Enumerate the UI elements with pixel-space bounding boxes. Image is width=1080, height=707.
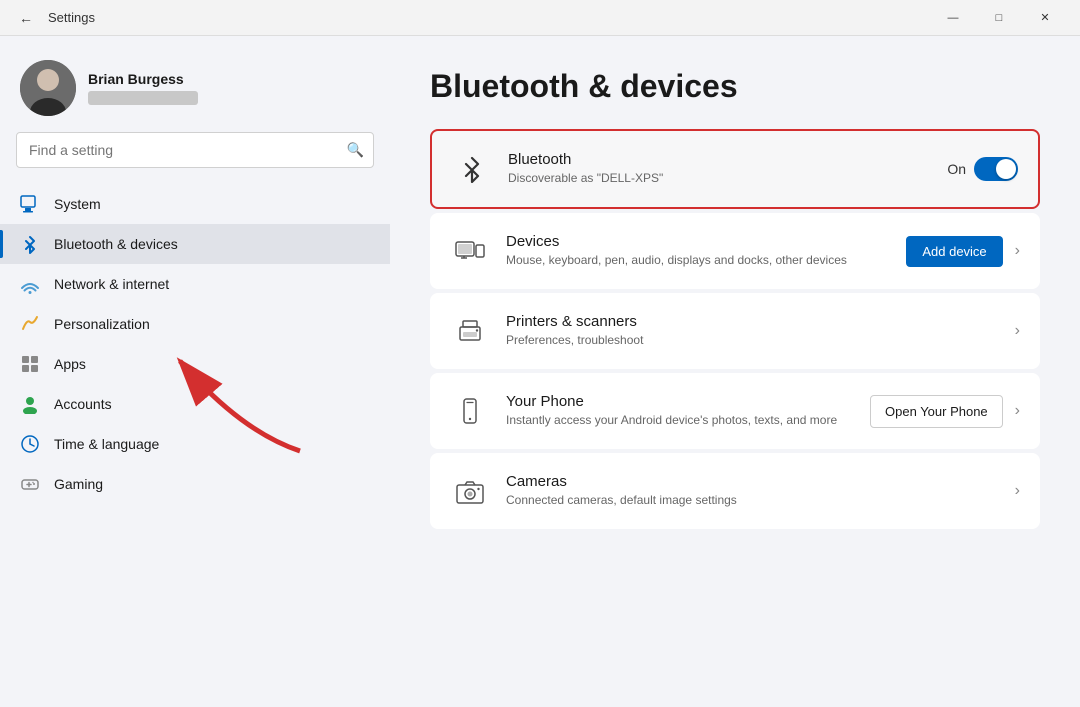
network-label: Network & internet	[54, 276, 169, 292]
system-icon	[20, 194, 40, 214]
sidebar-item-time[interactable]: Time & language	[0, 424, 390, 464]
apps-label: Apps	[54, 356, 86, 372]
sidebar-item-personalization[interactable]: Personalization	[0, 304, 390, 344]
phone-action: Open Your Phone ›	[870, 395, 1020, 428]
sidebar-item-bluetooth[interactable]: Bluetooth & devices	[0, 224, 390, 264]
back-button[interactable]: ←	[12, 4, 40, 32]
search-box: 🔍	[16, 132, 374, 168]
app-title: Settings	[48, 10, 95, 25]
printers-icon	[450, 311, 490, 351]
bluetooth-title: Bluetooth	[508, 151, 931, 168]
open-phone-button[interactable]: Open Your Phone	[870, 395, 1003, 428]
sidebar-item-system[interactable]: System	[0, 184, 390, 224]
add-device-button[interactable]: Add device	[906, 236, 1002, 267]
printers-title: Printers & scanners	[506, 313, 999, 330]
bluetooth-toggle-wrap: On	[947, 157, 1018, 181]
devices-chevron: ›	[1015, 242, 1020, 260]
maximize-button[interactable]: □	[976, 0, 1022, 36]
gaming-label: Gaming	[54, 476, 103, 492]
devices-text: Devices Mouse, keyboard, pen, audio, dis…	[506, 233, 890, 269]
content-area: Bluetooth & devices Bluetooth Discoverab…	[390, 36, 1080, 707]
phone-desc: Instantly access your Android device's p…	[506, 412, 854, 429]
printers-action: ›	[1015, 322, 1020, 340]
cameras-text: Cameras Connected cameras, default image…	[506, 473, 999, 509]
sidebar-item-accounts[interactable]: Accounts	[0, 384, 390, 424]
user-info: Brian Burgess	[88, 71, 198, 105]
minimize-button[interactable]: —	[930, 0, 976, 36]
bluetooth-label: Bluetooth & devices	[54, 236, 178, 252]
system-label: System	[54, 196, 101, 212]
close-button[interactable]: ✕	[1022, 0, 1068, 36]
accounts-icon	[20, 394, 40, 414]
cameras-icon	[450, 471, 490, 511]
cameras-chevron: ›	[1015, 482, 1020, 500]
main-wrapper: Brian Burgess 🔍 System	[0, 36, 1080, 707]
bluetooth-desc: Discoverable as "DELL-XPS"	[508, 170, 931, 187]
bluetooth-toggle-card[interactable]: Bluetooth Discoverable as "DELL-XPS" On	[430, 129, 1040, 209]
nav-list: System Bluetooth & devices	[0, 184, 390, 504]
page-title: Bluetooth & devices	[430, 68, 1040, 105]
printers-row[interactable]: Printers & scanners Preferences, trouble…	[430, 293, 1040, 369]
bluetooth-action: On	[947, 157, 1018, 181]
phone-row[interactable]: Your Phone Instantly access your Android…	[430, 373, 1040, 449]
devices-title: Devices	[506, 233, 890, 250]
printers-chevron: ›	[1015, 322, 1020, 340]
time-label: Time & language	[54, 436, 159, 452]
devices-row[interactable]: Devices Mouse, keyboard, pen, audio, dis…	[430, 213, 1040, 289]
phone-icon	[450, 391, 490, 431]
search-icon: 🔍	[347, 142, 364, 159]
printers-card: Printers & scanners Preferences, trouble…	[430, 293, 1040, 369]
search-input[interactable]	[16, 132, 374, 168]
bluetooth-text: Bluetooth Discoverable as "DELL-XPS"	[508, 151, 931, 187]
accounts-label: Accounts	[54, 396, 112, 412]
personalization-label: Personalization	[54, 316, 150, 332]
gaming-icon	[20, 474, 40, 494]
phone-card: Your Phone Instantly access your Android…	[430, 373, 1040, 449]
toggle-knob	[996, 159, 1016, 179]
cameras-action: ›	[1015, 482, 1020, 500]
sidebar-item-apps[interactable]: Apps	[0, 344, 390, 384]
phone-text: Your Phone Instantly access your Android…	[506, 393, 854, 429]
phone-title: Your Phone	[506, 393, 854, 410]
cameras-title: Cameras	[506, 473, 999, 490]
cameras-desc: Connected cameras, default image setting…	[506, 492, 999, 509]
devices-card: Devices Mouse, keyboard, pen, audio, dis…	[430, 213, 1040, 289]
sidebar-item-gaming[interactable]: Gaming	[0, 464, 390, 504]
titlebar: ← Settings — □ ✕	[0, 0, 1080, 36]
bluetooth-card-icon	[452, 149, 492, 189]
window-controls: — □ ✕	[930, 0, 1068, 36]
printers-desc: Preferences, troubleshoot	[506, 332, 999, 349]
sidebar: Brian Burgess 🔍 System	[0, 36, 390, 707]
devices-action: Add device ›	[906, 236, 1020, 267]
avatar	[20, 60, 76, 116]
printers-text: Printers & scanners Preferences, trouble…	[506, 313, 999, 349]
bluetooth-icon	[20, 234, 40, 254]
network-icon	[20, 274, 40, 294]
apps-icon	[20, 354, 40, 374]
devices-icon	[450, 231, 490, 271]
user-section: Brian Burgess	[0, 52, 390, 132]
bluetooth-toggle[interactable]	[974, 157, 1018, 181]
cameras-row[interactable]: Cameras Connected cameras, default image…	[430, 453, 1040, 529]
toggle-on-label: On	[947, 161, 966, 177]
user-email-blur	[88, 91, 198, 105]
devices-desc: Mouse, keyboard, pen, audio, displays an…	[506, 252, 890, 269]
personalization-icon	[20, 314, 40, 334]
cameras-card: Cameras Connected cameras, default image…	[430, 453, 1040, 529]
phone-chevron: ›	[1015, 402, 1020, 420]
user-name: Brian Burgess	[88, 71, 198, 87]
time-icon	[20, 434, 40, 454]
sidebar-item-network[interactable]: Network & internet	[0, 264, 390, 304]
